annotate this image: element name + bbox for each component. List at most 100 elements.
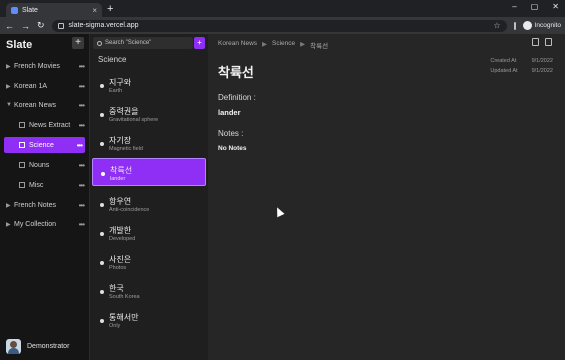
bullet-icon <box>101 172 105 176</box>
sidebar-item-label: French Movies <box>14 62 60 70</box>
meaning-text: Anti-coincidence <box>109 207 150 213</box>
breadcrumb-item[interactable]: Science <box>272 40 295 50</box>
bullet-icon <box>100 319 104 323</box>
bullet-icon <box>100 113 104 117</box>
word-detail-panel: Korean News ▶ Science ▶ 착륙선 Created At 9… <box>208 34 565 360</box>
sidebar-item-korean-1a[interactable]: ▶ Korean 1A ••• <box>6 78 85 94</box>
sidebar-item-science[interactable]: Science ••• <box>4 137 85 153</box>
list-item-selected[interactable]: 착륙선 lander <box>92 158 206 186</box>
sidebar-item-label: Misc <box>29 181 44 189</box>
word-title: 착륙선 <box>218 65 254 80</box>
more-options-icon[interactable]: ••• <box>79 201 85 210</box>
word-text: 항우연 <box>109 197 132 206</box>
meaning-text: lander <box>110 176 126 182</box>
breadcrumb: Korean News ▶ Science ▶ 착륙선 <box>218 40 328 50</box>
list-item[interactable]: 지구와 Earth <box>92 71 206 99</box>
timestamps: Created At 9/1/2022 Updated At 9/1/2022 <box>490 56 553 76</box>
user-name: Demonstrator <box>27 343 70 350</box>
incognito-label: Incognito <box>534 22 561 29</box>
list-item[interactable]: 사진은 Photos <box>92 248 206 276</box>
created-value: 9/1/2022 <box>531 58 553 64</box>
new-tab-button[interactable]: + <box>107 3 113 15</box>
chevron-right-icon: ▶ <box>6 221 11 228</box>
more-options-icon[interactable]: ••• <box>79 62 85 71</box>
browser-tabbar: Slate × + – ▢ ✕ <box>0 0 565 17</box>
word-list-panel: Search "Science" + Science 지구와 Earth 중력권… <box>90 34 208 360</box>
breadcrumb-item: 착륙선 <box>310 43 329 50</box>
edit-icon[interactable] <box>532 38 539 46</box>
list-item[interactable]: 중력권을 Gravitational sphere <box>92 100 206 128</box>
bookmark-star-icon[interactable]: ☆ <box>493 21 500 30</box>
sidebar-item-french-movies[interactable]: ▶ French Movies ••• <box>6 58 85 74</box>
list-item[interactable]: 개발한 Developed <box>92 219 206 247</box>
bullet-icon <box>100 261 104 265</box>
sidebar-item-label: News Extract <box>29 121 71 129</box>
meaning-text: Only <box>109 323 121 329</box>
chevron-right-icon: ▶ <box>300 41 306 48</box>
more-options-icon[interactable]: ••• <box>79 220 85 229</box>
browser-toolbar: ← → ↻ slate-sigma.vercel.app ☆ Incognito… <box>0 17 565 34</box>
meaning-text: Gravitational sphere <box>109 117 159 123</box>
more-options-icon[interactable]: ••• <box>77 141 83 150</box>
sidebar-item-korean-news[interactable]: ▼ Korean News ••• <box>6 97 85 113</box>
sidebar-item-label: My Collection <box>14 220 57 228</box>
bullet-icon <box>100 232 104 236</box>
sidebar-item-misc[interactable]: Misc ••• <box>19 177 85 193</box>
add-collection-button[interactable]: + <box>72 37 84 49</box>
sidebar-item-nouns[interactable]: Nouns ••• <box>19 157 85 173</box>
sidebar: Slate + ▶ French Movies ••• ▶ Korean 1A … <box>0 34 90 360</box>
side-panel-icon[interactable] <box>513 21 516 30</box>
close-window-icon[interactable]: ✕ <box>552 2 559 11</box>
word-text: 중력권을 <box>109 107 139 116</box>
file-icon <box>19 122 25 128</box>
address-bar[interactable]: slate-sigma.vercel.app ☆ <box>51 19 507 32</box>
chevron-right-icon: ▶ <box>6 83 11 90</box>
word-text: 지구와 <box>109 78 132 87</box>
chevron-down-icon: ▼ <box>6 102 12 108</box>
search-input[interactable]: Search "Science" <box>93 37 193 49</box>
close-tab-icon[interactable]: × <box>92 6 97 15</box>
bullet-icon <box>100 84 104 88</box>
sidebar-item-label: Korean News <box>14 101 57 109</box>
sidebar-item-label: Korean 1A <box>14 82 48 90</box>
list-item[interactable]: 한국 South Korea <box>92 277 206 305</box>
browser-tab[interactable]: Slate × <box>6 3 102 17</box>
definition-value: lander <box>218 108 241 117</box>
forward-icon[interactable]: → <box>21 21 30 31</box>
sidebar-item-news-extract[interactable]: News Extract ••• <box>19 117 85 133</box>
breadcrumb-item[interactable]: Korean News <box>218 40 257 50</box>
notes-value: No Notes <box>218 145 247 152</box>
list-item[interactable]: 통해서만 Only <box>92 306 206 334</box>
tab-favicon-icon <box>11 6 18 14</box>
word-text: 사진은 <box>109 255 132 264</box>
maximize-icon[interactable]: ▢ <box>531 2 539 11</box>
file-icon <box>19 162 25 168</box>
word-text: 한국 <box>109 284 124 293</box>
more-options-icon[interactable]: ••• <box>79 121 85 130</box>
incognito-icon <box>522 21 532 30</box>
minimize-icon[interactable]: – <box>512 2 516 11</box>
meaning-text: South Korea <box>109 294 140 300</box>
list-item[interactable]: 자기장 Magnetic field <box>92 129 206 157</box>
search-placeholder: Search "Science" <box>105 40 152 46</box>
more-options-icon[interactable]: ••• <box>79 161 85 170</box>
user-profile[interactable]: Demonstrator <box>6 339 69 354</box>
list-item[interactable]: 항우연 Anti-coincidence <box>92 190 206 218</box>
bullet-icon <box>100 142 104 146</box>
more-options-icon[interactable]: ••• <box>79 101 85 110</box>
incognito-indicator[interactable]: Incognito <box>522 21 561 30</box>
bullet-icon <box>100 290 104 294</box>
window-controls: – ▢ ✕ <box>512 2 559 11</box>
trash-icon[interactable] <box>545 38 552 46</box>
detail-actions <box>532 38 552 46</box>
back-icon[interactable]: ← <box>5 21 14 31</box>
url-text: slate-sigma.vercel.app <box>68 22 139 29</box>
reload-icon[interactable]: ↻ <box>37 20 45 31</box>
chevron-right-icon: ▶ <box>262 41 268 48</box>
file-icon <box>19 142 25 148</box>
more-options-icon[interactable]: ••• <box>79 181 85 190</box>
add-word-button[interactable]: + <box>194 37 205 49</box>
sidebar-item-my-collection[interactable]: ▶ My Collection ••• <box>6 216 85 232</box>
more-options-icon[interactable]: ••• <box>79 82 85 91</box>
sidebar-item-french-notes[interactable]: ▶ French Notes ••• <box>6 197 85 213</box>
